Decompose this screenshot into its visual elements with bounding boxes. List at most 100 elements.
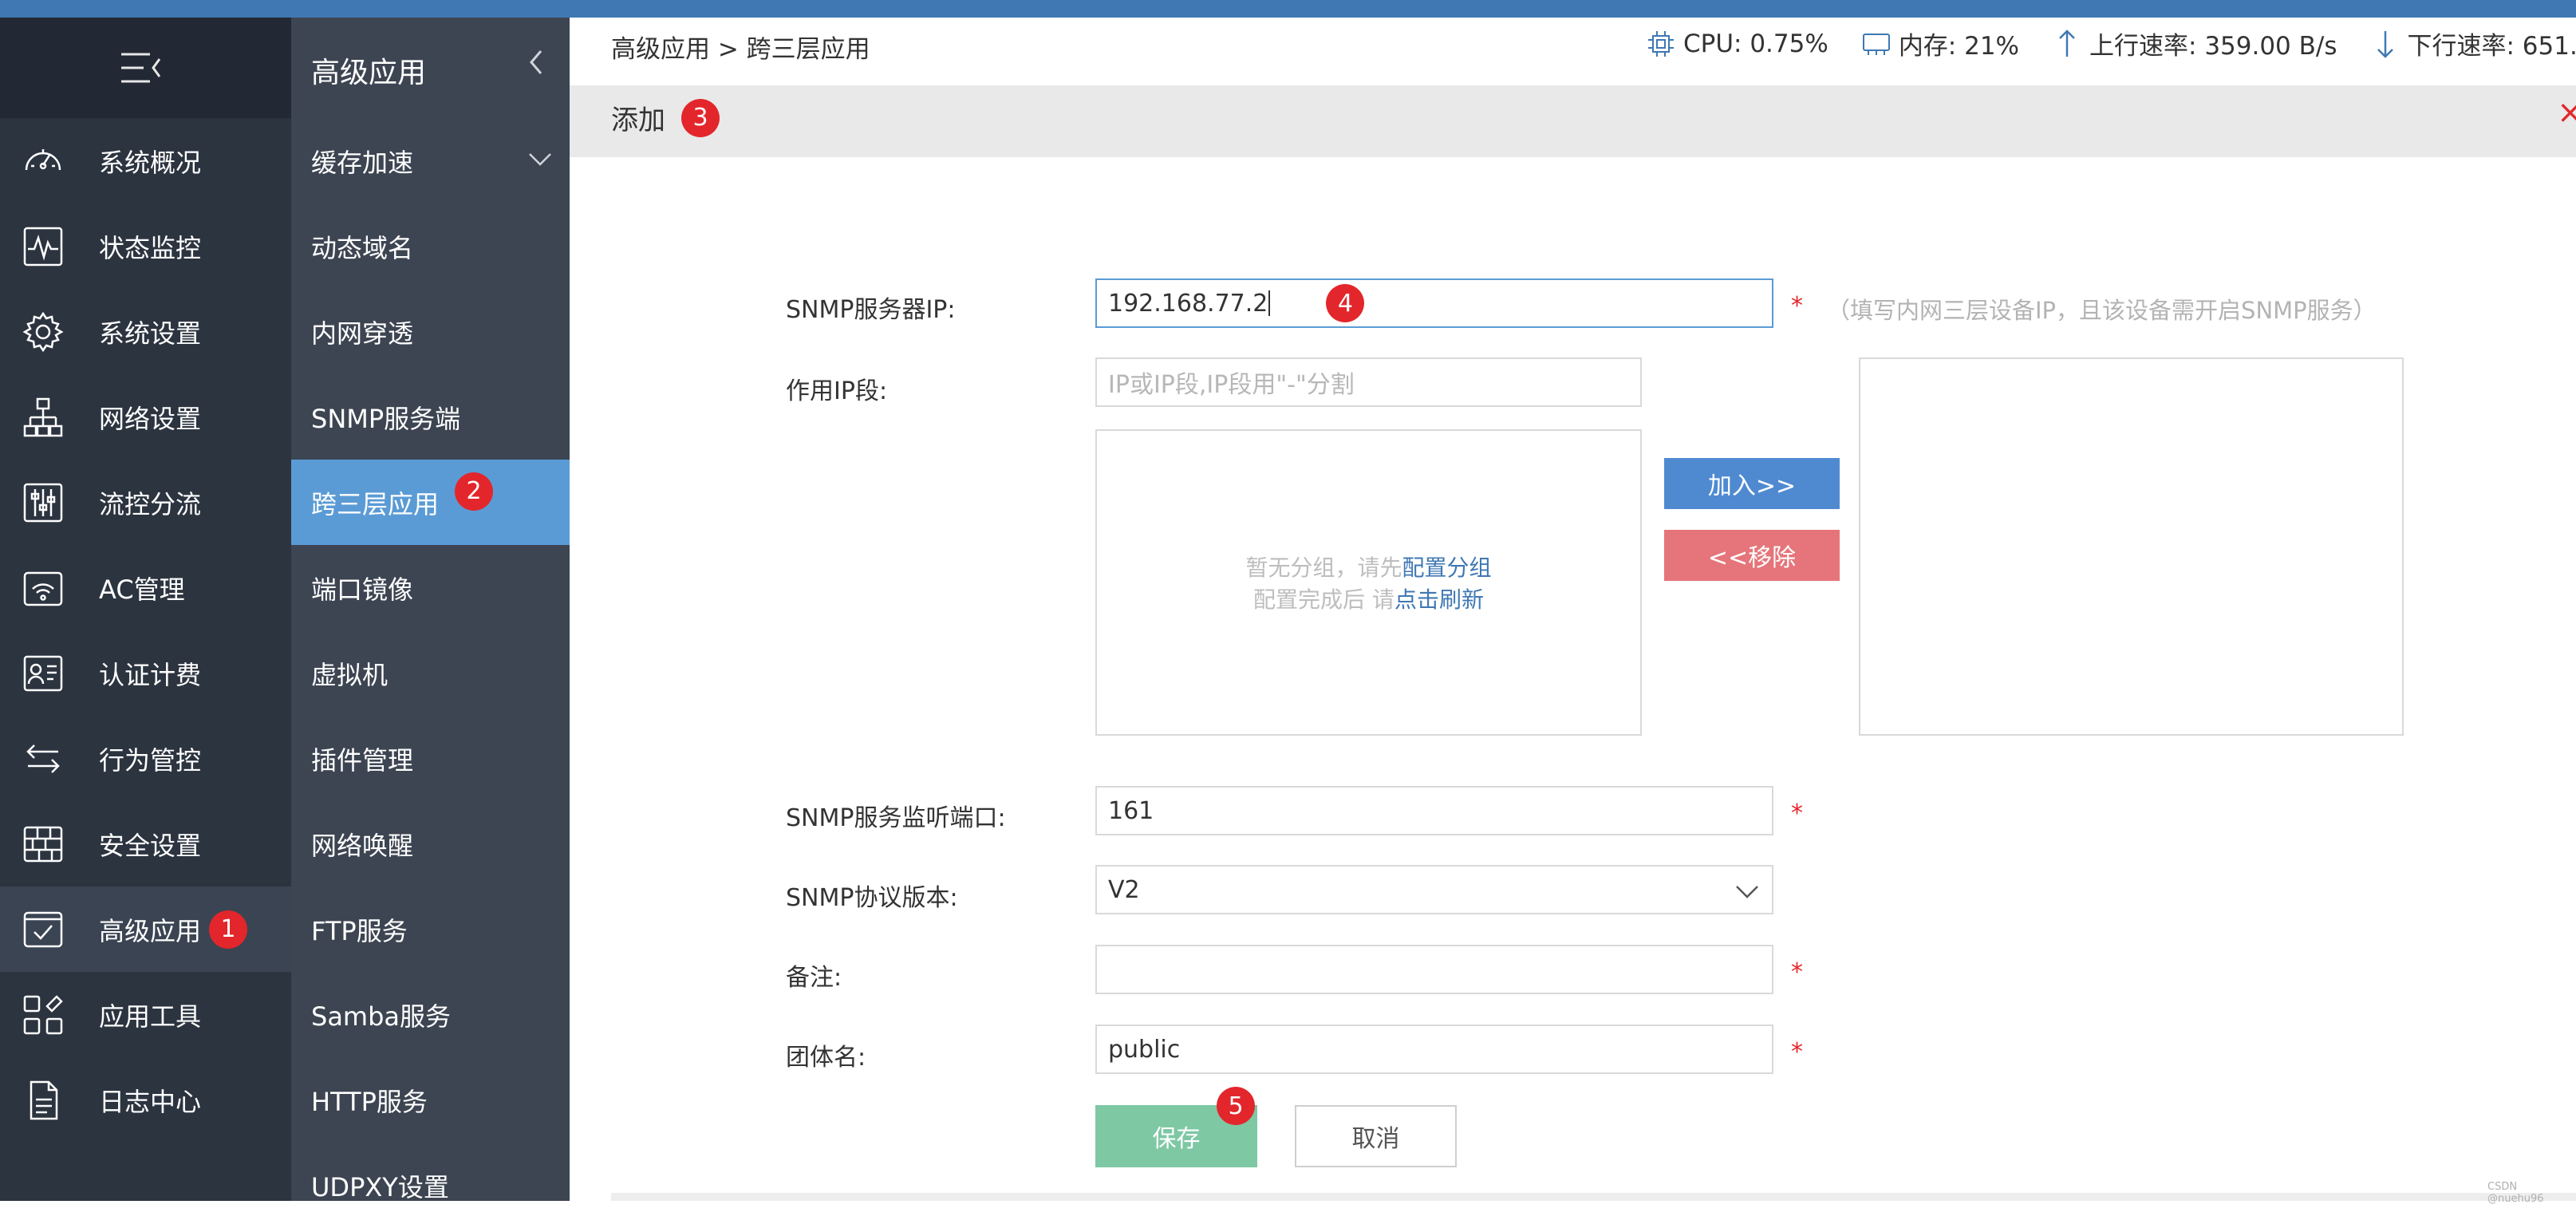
group-list-box[interactable]: 暂无分组，请先配置分组 配置完成后 请点击刷新: [1095, 429, 1642, 736]
sidebar-item-ac-management[interactable]: AC管理: [0, 545, 291, 630]
sidebar-item-network-settings[interactable]: 网络设置: [0, 374, 291, 460]
network-icon: [21, 395, 65, 440]
port-value: 161: [1108, 797, 1154, 825]
sidebar-item-status-monitor[interactable]: 状态监控: [0, 203, 291, 289]
sidebar-header: [0, 18, 291, 118]
submenu-item-cross-layer3[interactable]: 跨三层应用 2: [291, 460, 570, 545]
required-mark: *: [1791, 800, 1803, 827]
submenu-item-label: 动态域名: [311, 228, 413, 265]
step-badge: 4: [1326, 284, 1364, 322]
server-ip-input[interactable]: 192.168.77.2 4: [1095, 278, 1773, 328]
memory-stat: 内存: 21%: [1860, 26, 2019, 61]
sidebar-item-label: AC管理: [99, 570, 185, 606]
gear-icon: [21, 310, 65, 354]
server-ip-value: 192.168.77.2: [1108, 290, 1268, 318]
memory-icon: [1860, 28, 1892, 60]
sidebar-item-auth-billing[interactable]: 认证计费: [0, 630, 291, 716]
panel-title: 添加 3: [611, 98, 720, 137]
version-label: SNMP协议版本:: [786, 878, 958, 913]
save-label: 保存: [1153, 1119, 1201, 1154]
chevron-left-icon[interactable]: [527, 48, 546, 84]
cancel-button[interactable]: 取消: [1295, 1105, 1457, 1167]
submenu-title: 高级应用: [311, 49, 426, 91]
refresh-link[interactable]: 点击刷新: [1395, 586, 1484, 613]
config-group-link[interactable]: 配置分组: [1402, 555, 1492, 581]
pulse-icon: [21, 224, 65, 269]
required-mark: *: [1791, 958, 1803, 986]
close-icon[interactable]: ×: [2557, 94, 2576, 131]
remark-label: 备注:: [786, 958, 842, 993]
remark-input[interactable]: [1095, 945, 1773, 994]
add-button[interactable]: 加入>>: [1664, 458, 1840, 509]
sidebar-item-label: 高级应用: [99, 911, 201, 948]
checkbox-icon: [21, 907, 65, 952]
submenu-item-samba[interactable]: Samba服务: [291, 972, 570, 1057]
submenu-item-cache[interactable]: 缓存加速: [291, 118, 570, 203]
group-empty-text: 暂无分组，请先配置分组: [1097, 551, 1640, 582]
version-value: V2: [1108, 876, 1140, 904]
version-select[interactable]: V2: [1095, 865, 1773, 914]
port-input[interactable]: 161: [1095, 786, 1773, 835]
watermark: CSDN @nuehu96: [2487, 1181, 2576, 1205]
submenu-item-label: 内网穿透: [311, 314, 413, 350]
sidebar-item-label: 系统设置: [99, 314, 201, 350]
panel-header: [570, 85, 2576, 157]
submenu-item-udpxy[interactable]: UDPXY设置: [291, 1143, 570, 1228]
group-refresh-prefix: 配置完成后 请: [1253, 586, 1395, 613]
ip-range-label: 作用IP段:: [786, 371, 887, 406]
submenu-item-label: 虚拟机: [311, 655, 388, 692]
submenu-item-vm[interactable]: 虚拟机: [291, 630, 570, 716]
sidebar-item-app-tools[interactable]: 应用工具: [0, 972, 291, 1057]
submenu-item-label: 插件管理: [311, 740, 413, 777]
cpu-value: CPU: 0.75%: [1683, 30, 1828, 58]
top-accent-strip: [0, 0, 2576, 18]
submenu-item-nat-traversal[interactable]: 内网穿透: [291, 289, 570, 374]
selected-list-box[interactable]: [1859, 357, 2404, 736]
footer-divider: [611, 1193, 2576, 1201]
panel-title-text: 添加: [611, 98, 665, 137]
chevron-down-icon: [528, 147, 552, 171]
submenu-item-label: HTTP服务: [311, 1082, 428, 1119]
sidebar-item-label: 网络设置: [99, 399, 201, 436]
submenu-item-http[interactable]: HTTP服务: [291, 1057, 570, 1143]
document-icon: [21, 1078, 65, 1123]
step-badge: 3: [681, 99, 720, 137]
sidebar-item-label: 应用工具: [99, 997, 201, 1033]
sidebar-item-security[interactable]: 安全设置: [0, 801, 291, 886]
step-badge: 1: [209, 910, 247, 949]
arrows-exchange-icon: [21, 736, 65, 781]
submenu-item-label: SNMP服务端: [311, 399, 460, 436]
step-badge: 5: [1217, 1087, 1255, 1125]
submenu-item-ftp[interactable]: FTP服务: [291, 886, 570, 972]
wifi-icon: [21, 566, 65, 610]
sidebar-item-label: 安全设置: [99, 826, 201, 863]
breadcrumb: 高级应用 > 跨三层应用: [611, 29, 870, 65]
dashboard-icon: [21, 139, 65, 184]
sidebar-item-label: 系统概况: [99, 143, 201, 180]
required-mark: *: [1791, 292, 1803, 320]
ip-range-input[interactable]: IP或IP段,IP段用"-"分割: [1095, 357, 1642, 407]
remove-button[interactable]: <<移除: [1664, 530, 1840, 581]
community-input[interactable]: public: [1095, 1025, 1773, 1074]
submenu-item-ddns[interactable]: 动态域名: [291, 203, 570, 289]
submenu-item-label: 网络唤醒: [311, 826, 413, 863]
menu-collapse-icon[interactable]: [120, 49, 163, 86]
upload-stat: 上行速率: 359.00 B/s: [2051, 26, 2337, 61]
sidebar-item-log-center[interactable]: 日志中心: [0, 1057, 291, 1143]
submenu-item-wol[interactable]: 网络唤醒: [291, 801, 570, 886]
submenu-item-label: 缓存加速: [311, 143, 413, 180]
community-label: 团体名:: [786, 1037, 866, 1072]
submenu-item-label: Samba服务: [311, 997, 451, 1033]
firewall-icon: [21, 822, 65, 867]
upload-value: 上行速率: 359.00 B/s: [2089, 26, 2337, 61]
sidebar-item-advanced-apps[interactable]: 高级应用 1: [0, 886, 291, 972]
submenu-item-label: 跨三层应用: [311, 484, 439, 521]
submenu-item-snmp-server[interactable]: SNMP服务端: [291, 374, 570, 460]
sidebar-item-system-settings[interactable]: 系统设置: [0, 289, 291, 374]
sidebar-item-flow-control[interactable]: 流控分流: [0, 460, 291, 545]
sidebar-item-behavior-control[interactable]: 行为管控: [0, 716, 291, 801]
sidebar-item-system-overview[interactable]: 系统概况: [0, 118, 291, 203]
submenu-item-port-mirror[interactable]: 端口镜像: [291, 545, 570, 630]
submenu-item-label: FTP服务: [311, 911, 408, 948]
submenu-item-plugins[interactable]: 插件管理: [291, 716, 570, 801]
